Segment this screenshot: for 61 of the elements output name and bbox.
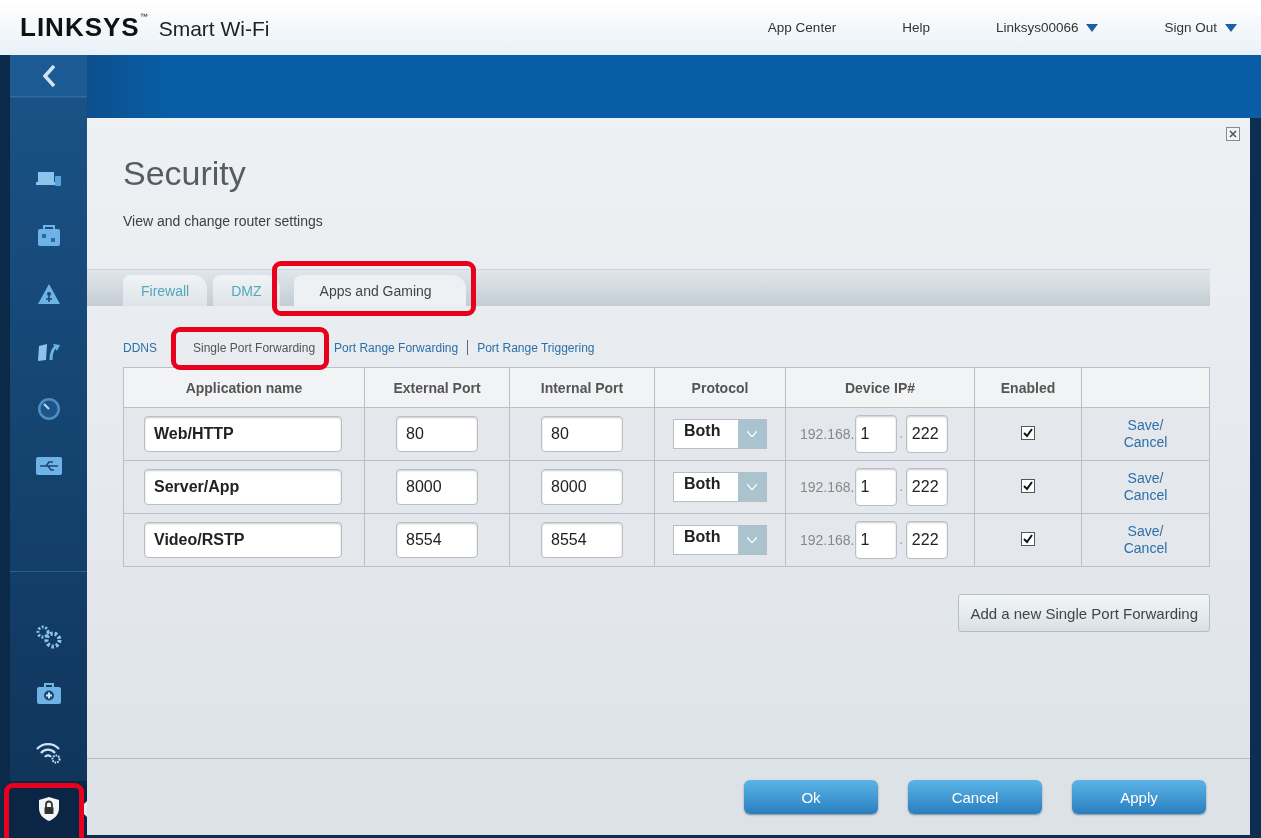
ip-prefix: 192.168. bbox=[800, 426, 855, 442]
internal-port-field[interactable]: 8554 bbox=[541, 522, 623, 558]
gears-icon[interactable] bbox=[34, 623, 63, 650]
caret-icon bbox=[747, 431, 757, 437]
page-subtitle: View and change router settings bbox=[123, 213, 324, 229]
ip-prefix: 192.168. bbox=[800, 532, 855, 548]
ip-prefix: 192.168. bbox=[800, 479, 855, 495]
ip-octet-field[interactable]: 1 bbox=[854, 468, 897, 506]
protocol-dropdown[interactable]: Both bbox=[673, 472, 767, 502]
add-forwarding-button[interactable]: Add a new Single Port Forwarding bbox=[958, 594, 1210, 632]
sub-tab[interactable]: Port Range Triggering bbox=[469, 340, 603, 355]
ip-octet-field[interactable]: 1 bbox=[854, 521, 897, 559]
toolbox-icon[interactable] bbox=[36, 225, 61, 248]
application-name-field[interactable]: Video/RSTP bbox=[144, 522, 342, 558]
linksys-logo: LINKSYS$^{™}$ bbox=[20, 12, 149, 43]
sub-tab[interactable]: Single Port Forwarding bbox=[185, 340, 324, 355]
ip-separator: . bbox=[899, 427, 903, 441]
enabled-checkbox[interactable] bbox=[1021, 531, 1035, 546]
page-title: Security bbox=[123, 154, 247, 193]
gauge-icon[interactable] bbox=[36, 396, 61, 421]
ip-octet-field[interactable]: 1 bbox=[854, 415, 897, 453]
ip-octet-field[interactable]: 222 bbox=[905, 521, 948, 559]
enabled-checkbox[interactable] bbox=[1021, 478, 1035, 493]
enabled-checkbox[interactable] bbox=[1021, 425, 1035, 440]
column-header: Device IP# bbox=[785, 367, 975, 408]
usb-icon[interactable] bbox=[35, 457, 62, 476]
protocol-dropdown[interactable]: Both bbox=[673, 419, 767, 449]
product-name: Smart Wi-Fi bbox=[158, 17, 270, 41]
column-header: Protocol bbox=[654, 367, 786, 408]
header-link[interactable]: Sign Out bbox=[1164, 20, 1237, 35]
caret-icon bbox=[1086, 23, 1099, 32]
caret-icon bbox=[747, 537, 757, 543]
protocol-dropdown[interactable]: Both bbox=[673, 525, 767, 555]
application-name-field[interactable]: Server/App bbox=[144, 469, 342, 505]
column-header: External Port bbox=[364, 367, 510, 408]
tab[interactable]: Apps and Gaming bbox=[293, 275, 466, 306]
column-header: Enabled bbox=[974, 367, 1082, 408]
column-header: Application name bbox=[123, 367, 365, 408]
first-aid-kit-icon[interactable] bbox=[35, 683, 62, 706]
internal-port-field[interactable]: 80 bbox=[541, 416, 623, 452]
header-link[interactable]: Help bbox=[902, 20, 930, 35]
ip-separator: . bbox=[899, 533, 903, 547]
sub-tab[interactable]: Port Range Forwarding bbox=[326, 340, 467, 355]
internal-port-field[interactable]: 8000 bbox=[541, 469, 623, 505]
ip-octet-field[interactable]: 222 bbox=[905, 468, 948, 506]
ip-octet-field[interactable]: 222 bbox=[905, 415, 948, 453]
shield-lock-icon[interactable] bbox=[37, 796, 60, 823]
external-port-field[interactable]: 8000 bbox=[396, 469, 478, 505]
back-icon[interactable] bbox=[41, 63, 56, 88]
application-name-field[interactable]: Web/HTTP bbox=[144, 416, 342, 452]
caret-icon bbox=[747, 484, 757, 490]
sub-tab[interactable]: DDNS bbox=[123, 340, 165, 355]
header-link[interactable]: App Center bbox=[767, 20, 837, 35]
close-icon[interactable] bbox=[1226, 127, 1240, 141]
external-port-field[interactable]: 8554 bbox=[396, 522, 478, 558]
column-header: Internal Port bbox=[509, 367, 655, 408]
ip-separator: . bbox=[899, 480, 903, 494]
header-link[interactable]: Linksys00066 bbox=[995, 20, 1099, 35]
external-port-field[interactable]: 80 bbox=[396, 416, 478, 452]
caret-icon bbox=[1225, 23, 1237, 32]
warning-sign-icon[interactable] bbox=[36, 282, 61, 305]
